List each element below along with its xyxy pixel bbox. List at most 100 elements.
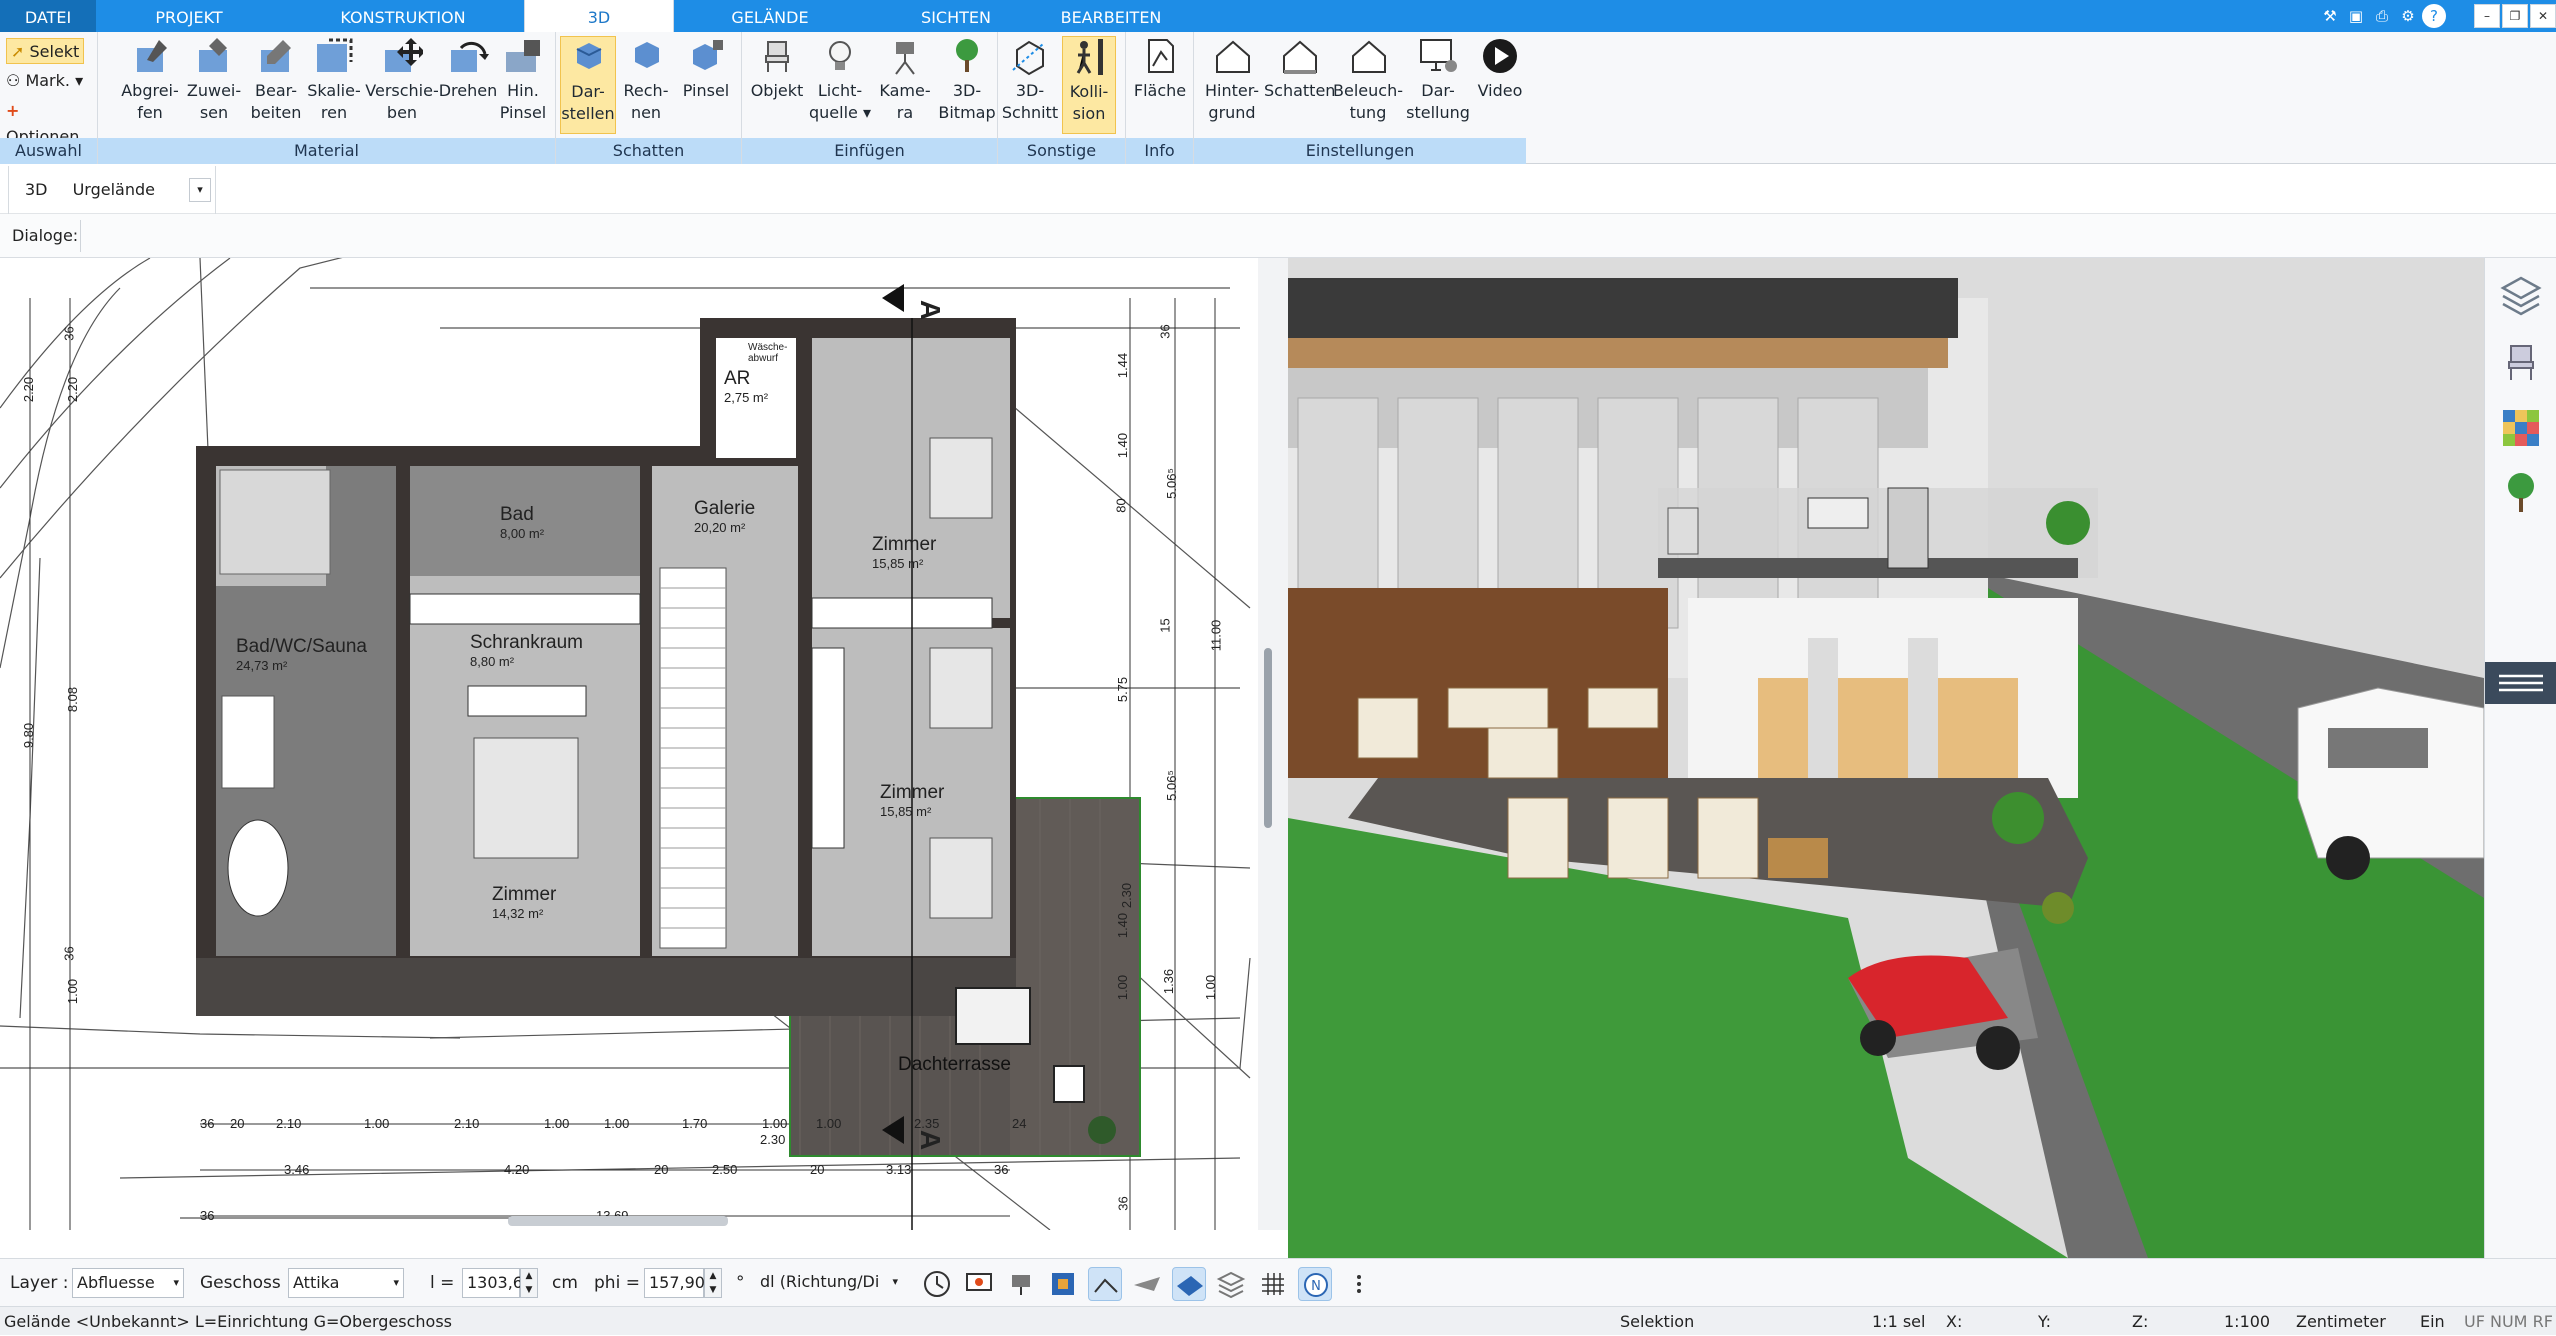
cursor-icon: ➚ [11,42,25,61]
group-label-info: Info [1126,138,1193,164]
mark-button[interactable]: ⚇ Mark. ▾ [6,68,83,94]
tools-icon[interactable]: ⚒ [2318,4,2342,28]
video-button[interactable]: Video [1474,36,1526,102]
group-label-schatten: Schatten [556,138,741,164]
layers-view-icon[interactable] [1214,1267,1248,1301]
length-stepper[interactable]: ▲ ▼ [520,1268,538,1298]
settings-icon[interactable]: ⚙ [2396,4,2420,28]
dim-label: 20 [654,1162,669,1177]
waesche-label: Wäsche-abwurf [748,342,788,364]
optionen-button[interactable]: + Optionen [6,98,97,146]
help-icon[interactable]: ? [2422,4,2446,28]
kamera-button[interactable]: Kame-ra [874,36,936,124]
dim-label: 1.00 [816,1116,842,1131]
tab-projekt[interactable]: PROJEKT [96,0,282,32]
dialog-bar: Dialoge: [0,214,2556,258]
hin-pinsel-button[interactable]: Hin. Pinsel [494,36,552,124]
dim-label: 2.30 [1119,882,1135,909]
bearbeiten-button[interactable]: Bear-beiten [242,36,310,124]
monitor-icon[interactable] [962,1267,996,1301]
plants-icon[interactable] [2499,470,2543,514]
chair-catalog-icon[interactable] [2499,340,2543,384]
tree-icon [956,39,978,72]
snap-n-icon[interactable]: N [1298,1267,1332,1301]
hintergrund-button[interactable]: Hinter-grund [1200,36,1264,124]
dim-label: 8.08 [65,686,81,713]
3d-bitmap-button[interactable]: 3D- Bitmap [936,36,998,124]
dim-label: 11.00 [1208,619,1224,652]
cube-calc-icon [635,42,659,68]
selekt-button[interactable]: ➚ Selekt [6,38,85,64]
length-input[interactable]: 1303,6 [462,1268,523,1298]
room-label-zimmer-2: Zimmer 15,85 m² [880,782,945,819]
dim-label: 2.35 [914,1116,940,1131]
geschoss-select[interactable]: Attika ▾ [288,1268,404,1298]
print-icon[interactable]: ⎙ [2370,4,2394,28]
more-options-icon[interactable] [1342,1267,1376,1301]
tab-gelaende[interactable]: GELÄNDE [674,0,866,32]
schatten-rechnen-button[interactable]: Rech-nen [618,36,674,124]
dim-label: 36 [1157,324,1173,339]
terrain-select[interactable]: 3D Urgelände ▾ [8,166,216,214]
plus-icon: + [6,101,20,120]
dim-label: 36 [200,1116,215,1131]
dim-label: 3.13 [886,1162,912,1177]
verschieben-button[interactable]: Verschie-ben [360,36,444,124]
terrain-view-icon[interactable] [1172,1267,1206,1301]
fly-mode-icon[interactable] [1130,1267,1164,1301]
3d-view-canvas[interactable] [1288,258,2484,1258]
plan-vertical-scrollbar[interactable] [1264,648,1272,828]
group-info: Fläche Info [1126,32,1194,164]
status-ein: Ein [2420,1312,2445,1331]
schatten-einst-button[interactable]: Schatten [1264,36,1335,102]
status-unit: Zentimeter [2296,1312,2386,1331]
status-scale: 1:100 [2224,1312,2271,1331]
dim-label: 20 [230,1116,245,1131]
materials-icon[interactable] [2499,406,2543,450]
tab-bearbeiten[interactable]: BEARBEITEN [1046,0,1176,32]
panel-toggle-menu-icon[interactable] [2485,662,2556,704]
plan-horizontal-scrollbar[interactable] [508,1216,728,1226]
objekt-button[interactable]: Objekt [746,36,808,102]
phi-input[interactable]: 157,90 [644,1268,705,1298]
3d-schnitt-button[interactable]: 3D- Schnitt [1000,36,1060,124]
darstellung-button[interactable]: Dar-stellung [1402,36,1474,124]
grid-icon[interactable] [1256,1267,1290,1301]
tab-3d[interactable]: 3D [524,0,674,32]
tab-konstruktion[interactable]: KONSTRUKTION [282,0,524,32]
drehen-button[interactable]: Drehen [434,36,502,102]
walk-mode-icon[interactable] [1088,1267,1122,1301]
abgreifen-button[interactable]: Abgrei-fen [116,36,184,124]
zuweisen-button[interactable]: Zuwei-sen [180,36,248,124]
floor-plan-canvas[interactable]: Bad 8,00 m² Galerie 20,20 m² AR 2,75 m² Wäs… [0,258,1258,1230]
tab-datei[interactable]: DATEI [0,0,96,32]
chevron-down-icon[interactable]: ▾ [189,178,211,202]
window-icon[interactable]: ▣ [2344,4,2368,28]
minimize-icon[interactable]: – [2474,4,2500,28]
tab-sichten[interactable]: SICHTEN [866,0,1046,32]
schatten-pinsel-button[interactable]: Pinsel [676,36,736,102]
dim-label: 2.10 [276,1116,302,1131]
camera-path-icon[interactable] [1004,1267,1038,1301]
layer-select[interactable]: Abfluesse ▾ [72,1268,184,1298]
schatten-darstellen-button[interactable]: Dar-stellen [560,36,616,134]
dim-label: 1.00 [544,1116,570,1131]
phi-stepper[interactable]: ▲ ▼ [704,1268,722,1298]
skalieren-button[interactable]: Skalie-ren [302,36,366,124]
beleuchtung-button[interactable]: Beleuch-tung [1332,36,1404,124]
flaeche-button[interactable]: Fläche [1130,36,1190,102]
dl-select[interactable]: dl (Richtung/Di ▾ [756,1268,902,1298]
pane-splitter[interactable] [1258,258,1288,1230]
length-label: l = [430,1273,455,1293]
dim-label: 2.20 [65,376,81,403]
chair-icon [765,41,789,72]
dim-label: 24 [1012,1116,1027,1131]
close-icon[interactable]: ✕ [2530,4,2556,28]
lichtquelle-button[interactable]: Licht-quelle ▾ [808,36,872,124]
clock-icon[interactable] [920,1267,954,1301]
render-icon[interactable] [1046,1267,1080,1301]
layers-icon[interactable] [2499,274,2543,318]
restore-icon[interactable]: ❐ [2502,4,2528,28]
dim-label: 36 [61,326,77,341]
kollision-button[interactable]: Kolli-sion [1062,36,1116,134]
